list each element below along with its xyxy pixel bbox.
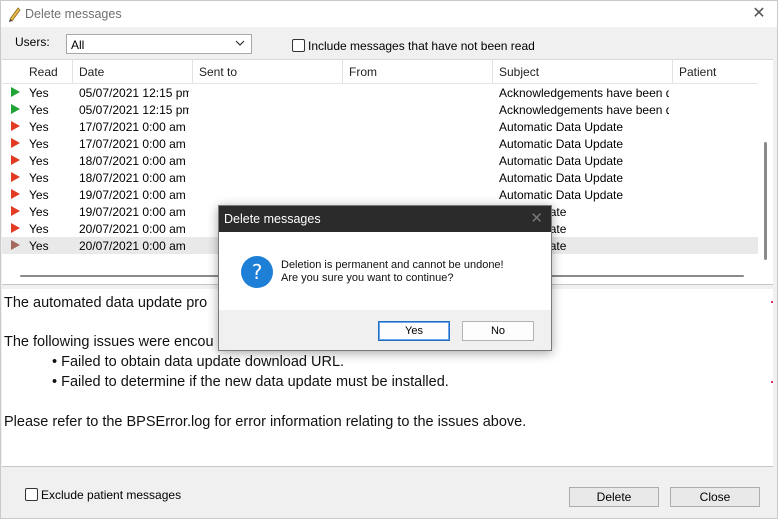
vertical-scrollbar-thumb[interactable] [764, 142, 767, 260]
table-row[interactable]: Yes 18/07/2021 0:00 am Automatic Data Upda… [2, 152, 758, 169]
cell-subject: Automatic Data Update [499, 137, 624, 151]
include-unread-checkbox[interactable] [292, 39, 305, 52]
users-label: Users: [15, 35, 50, 49]
cell-read: Yes [29, 120, 49, 134]
delete-button[interactable]: Delete [569, 487, 659, 507]
dialog-message-line: Are you sure you want to continue? [281, 272, 454, 284]
cell-date: 19/07/2021 0:00 am [79, 188, 186, 202]
cell-read: Yes [29, 171, 49, 185]
pencil-icon [9, 7, 21, 22]
flag-icon [11, 138, 20, 148]
cell-subject: Automatic Data Update [499, 154, 624, 168]
cell-read: Yes [29, 86, 49, 100]
table-row[interactable]: Yes 17/07/2021 0:00 am Automatic Data Upda… [2, 135, 758, 152]
column-header-read[interactable]: Read [29, 65, 58, 79]
cell-subject: Automatic Data Update [499, 120, 624, 134]
window-title: Delete messages [25, 7, 122, 21]
flag-icon [11, 155, 20, 165]
delete-messages-window: Delete messages ✕ Users: All Include mes… [0, 0, 778, 519]
flag-icon [11, 223, 20, 233]
cell-read: Yes [29, 103, 49, 117]
cell-read: Yes [29, 137, 49, 151]
cell-subject: Acknowledgements have been di... [499, 86, 669, 100]
cell-date: 19/07/2021 0:00 am [79, 205, 186, 219]
cell-date: 20/07/2021 0:00 am [79, 239, 186, 253]
window-titlebar: Delete messages ✕ [1, 1, 777, 27]
preview-line: Please refer to the BPSError.log for err… [4, 414, 527, 430]
column-header-date[interactable]: Date [79, 65, 104, 79]
cell-read: Yes [29, 222, 49, 236]
chevron-down-icon [235, 40, 245, 46]
table-row[interactable]: Yes 18/07/2021 0:00 am Automatic Data Upda… [2, 169, 758, 186]
vertical-scrollbar[interactable] [758, 60, 773, 268]
confirm-delete-dialog: Delete messages ✕ ? Deletion is permanen… [218, 205, 552, 351]
exclude-patient-checkbox[interactable] [25, 488, 38, 501]
table-row[interactable]: Yes 19/07/2021 0:00 am Automatic Data Upda… [2, 186, 758, 203]
table-header: Read Date Sent to From Subject Patient [2, 60, 758, 84]
flag-icon [11, 240, 20, 250]
dialog-close-button[interactable]: ✕ [530, 209, 543, 227]
table-row[interactable]: Yes 17/07/2021 0:00 am Automatic Data Upda… [2, 118, 758, 135]
dialog-message-line: Deletion is permanent and cannot be undo… [281, 259, 504, 271]
include-unread-label: Include messages that have not been read [308, 39, 535, 53]
cell-date: 18/07/2021 0:00 am [79, 154, 186, 168]
close-button[interactable]: Close [670, 487, 760, 507]
cell-subject: Automatic Data Update [499, 188, 624, 202]
preview-line: The following issues were encou [4, 334, 214, 350]
yes-button[interactable]: Yes [378, 321, 450, 341]
preview-line: The automated data update pro [4, 295, 208, 311]
cell-date: 05/07/2021 12:15 pm [79, 86, 189, 100]
cell-date: 17/07/2021 0:00 am [79, 137, 186, 151]
cell-read: Yes [29, 205, 49, 219]
flag-icon [11, 189, 20, 199]
table-row[interactable]: Yes 05/07/2021 12:15 pm Acknowledgements h… [2, 101, 758, 118]
cell-subject: Acknowledgements have been di... [499, 103, 669, 117]
cell-read: Yes [29, 188, 49, 202]
dialog-titlebar: Delete messages ✕ [219, 206, 551, 232]
cell-read: Yes [29, 154, 49, 168]
cell-date: 18/07/2021 0:00 am [79, 171, 186, 185]
table-row[interactable]: Yes 05/07/2021 12:15 pm Acknowledgements h… [2, 84, 758, 101]
dialog-footer: Yes No [219, 310, 551, 350]
flag-icon [11, 206, 20, 216]
flag-icon [11, 121, 20, 131]
preview-bullet: • Failed to determine if the new data up… [52, 374, 449, 390]
users-dropdown-value: All [71, 38, 85, 52]
question-icon: ? [241, 256, 273, 288]
flag-icon [11, 172, 20, 182]
cell-date: 20/07/2021 0:00 am [79, 222, 186, 236]
edge-marker [771, 301, 773, 303]
column-header-subject[interactable]: Subject [499, 65, 539, 79]
flag-icon [11, 104, 20, 114]
column-header-patient[interactable]: Patient [679, 65, 716, 79]
edge-marker [771, 381, 773, 383]
cell-date: 17/07/2021 0:00 am [79, 120, 186, 134]
column-header-sent-to[interactable]: Sent to [199, 65, 237, 79]
window-close-button[interactable]: ✕ [749, 4, 769, 24]
cell-subject: Automatic Data Update [499, 171, 624, 185]
users-dropdown[interactable]: All [66, 34, 252, 54]
cell-read: Yes [29, 239, 49, 253]
flag-icon [11, 87, 20, 97]
cell-date: 05/07/2021 12:15 pm [79, 103, 189, 117]
no-button[interactable]: No [462, 321, 534, 341]
column-header-from[interactable]: From [349, 65, 377, 79]
exclude-patient-label: Exclude patient messages [41, 488, 182, 502]
dialog-title: Delete messages [224, 212, 321, 226]
preview-bullet: • Failed to obtain data update download … [52, 354, 345, 370]
